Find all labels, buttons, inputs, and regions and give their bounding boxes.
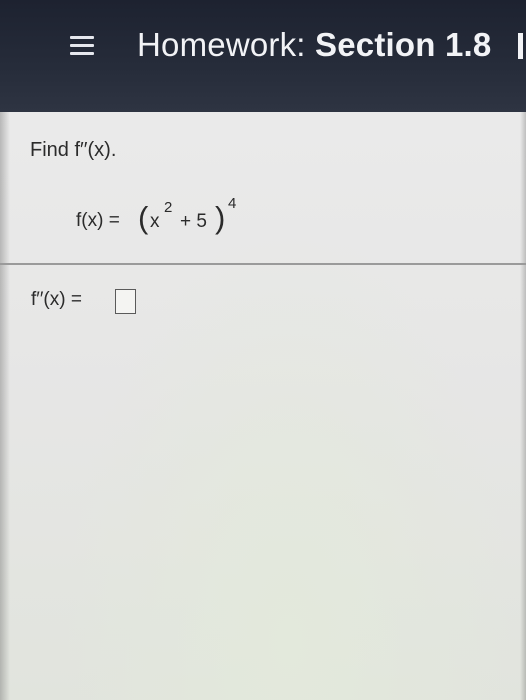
section-divider <box>0 263 526 265</box>
answer-input[interactable] <box>115 289 136 314</box>
outer-exponent: 4 <box>228 195 237 212</box>
panel-left-edge <box>0 112 10 700</box>
hamburger-menu-icon[interactable] <box>70 34 94 58</box>
function-rest: + 5 <box>180 211 207 232</box>
function-base: x <box>150 211 160 232</box>
function-lhs: f(x) = <box>76 210 120 231</box>
question-prompt: Find f′′(x). <box>30 139 117 161</box>
title-cutoff-marker <box>518 33 523 59</box>
header-bar: Homework: Section 1.8 <box>0 0 526 112</box>
screen: Homework: Section 1.8 Find f′′(x). f(x) … <box>0 0 526 700</box>
title-prefix: Homework: <box>137 26 316 63</box>
inner-exponent: 2 <box>164 199 173 216</box>
page-title: Homework: Section 1.8 <box>137 26 491 64</box>
close-paren: ) <box>215 200 226 235</box>
open-paren: ( <box>138 200 149 235</box>
answer-label: f′′(x) = <box>31 289 82 310</box>
function-equation: f(x) = ( x 2 + 5 ) 4 <box>76 195 336 240</box>
panel-right-edge <box>520 112 526 700</box>
title-section: Section 1.8 <box>315 26 492 63</box>
